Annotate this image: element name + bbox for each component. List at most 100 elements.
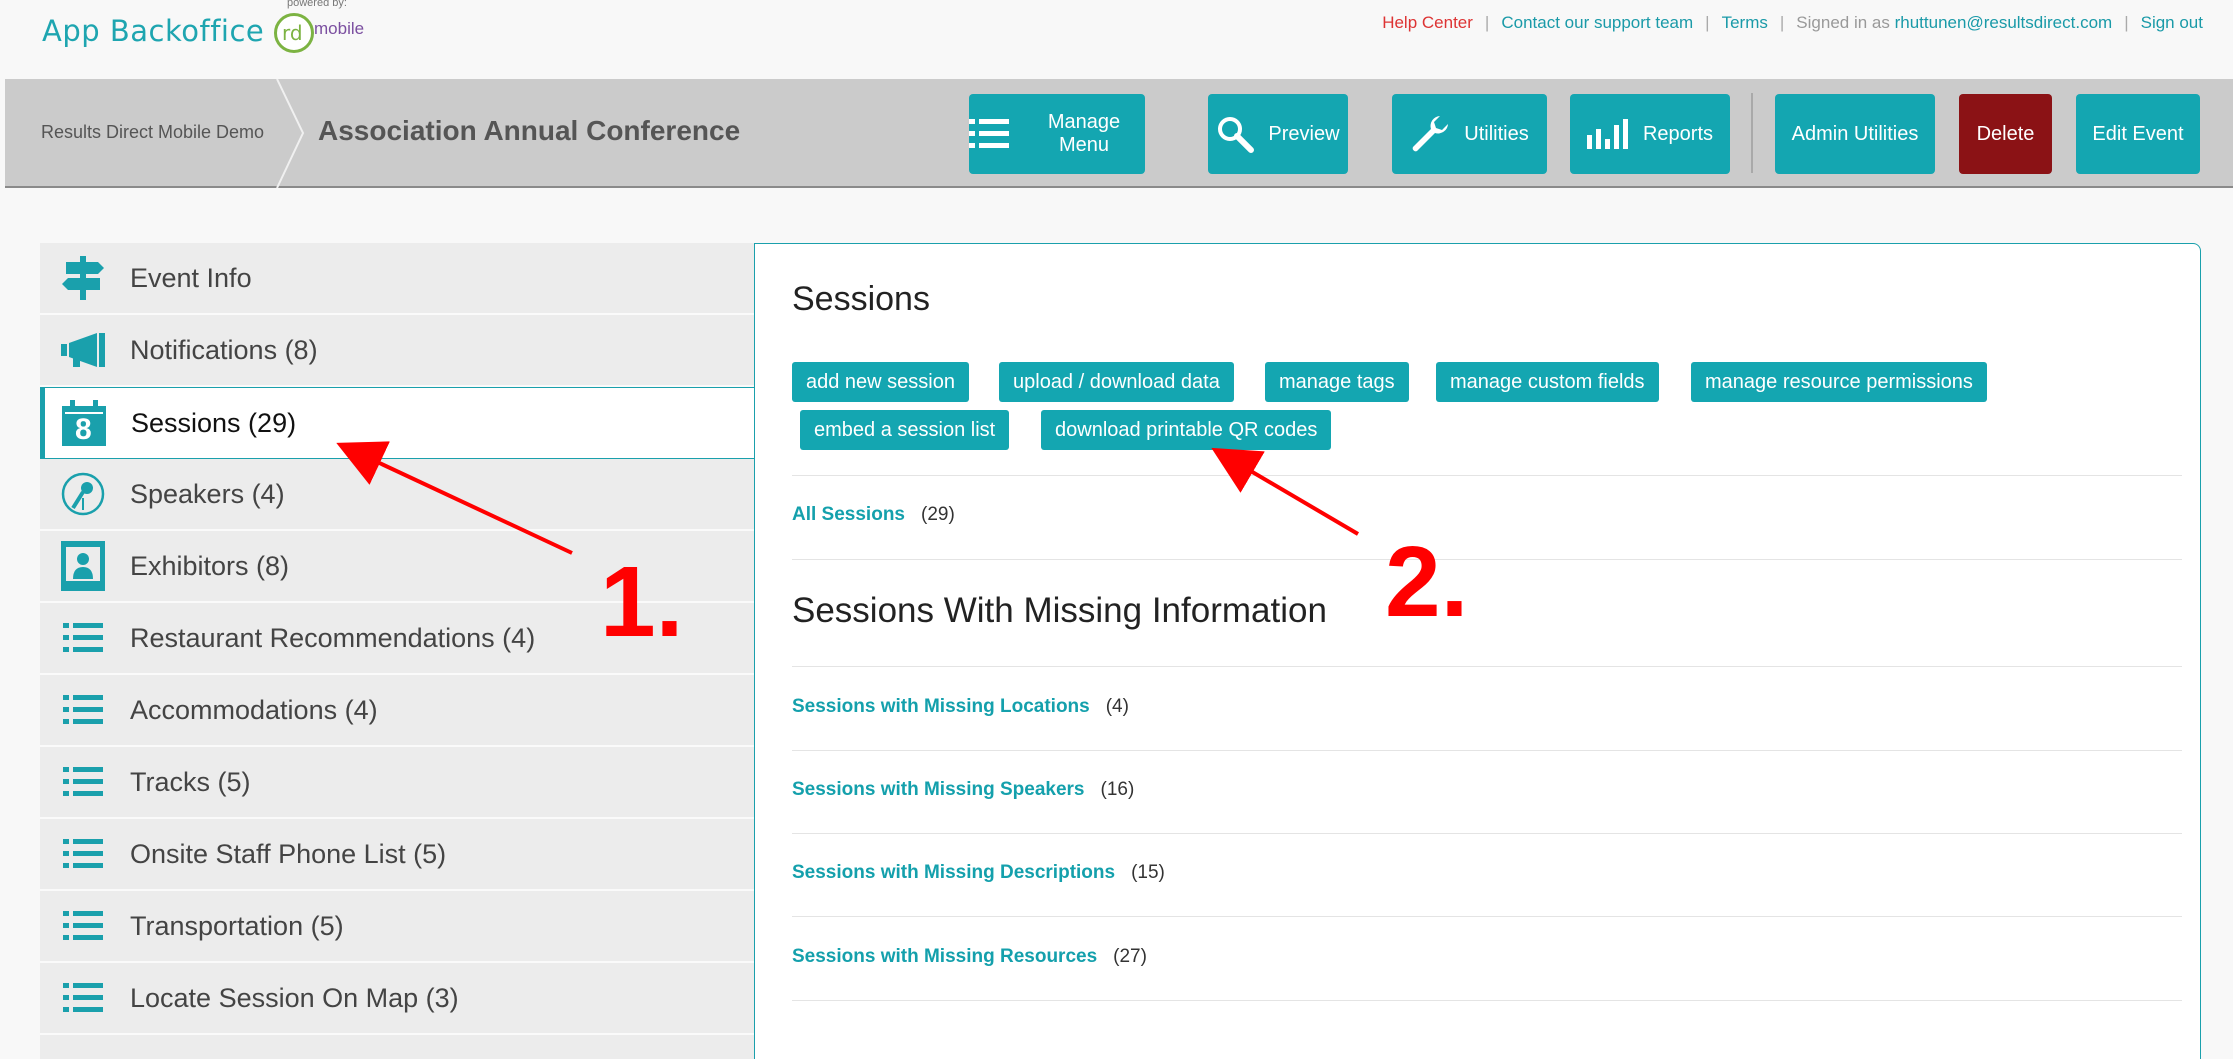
magnifier-icon xyxy=(1216,115,1255,153)
divider: | xyxy=(1779,13,1785,32)
list-icon xyxy=(58,685,108,735)
list-icon xyxy=(58,973,108,1023)
missing-row: Sessions with Missing Speakers (16) xyxy=(792,779,1134,801)
missing-resources-link[interactable]: Sessions with Missing Resources xyxy=(792,946,1097,967)
sign-out-link[interactable]: Sign out xyxy=(2141,13,2203,32)
admin-utilities-button[interactable]: Admin Utilities xyxy=(1775,94,1935,174)
support-link[interactable]: Contact our support team xyxy=(1501,13,1693,32)
sidebar-item-partial[interactable] xyxy=(40,1035,756,1059)
count: (27) xyxy=(1113,946,1147,967)
missing-descriptions-link[interactable]: Sessions with Missing Descriptions xyxy=(792,862,1115,883)
section-title: Sessions xyxy=(792,280,930,318)
sidebar-item-label: Onsite Staff Phone List (5) xyxy=(130,838,447,869)
add-session-button[interactable]: add new session xyxy=(792,362,969,402)
calendar-number: 8 xyxy=(75,413,92,446)
sidebar-item-sessions[interactable]: 8 Sessions (29) xyxy=(40,387,757,459)
annotation-number-1: 1. xyxy=(600,546,684,658)
missing-info-title: Sessions With Missing Information xyxy=(792,591,1327,630)
count: (4) xyxy=(1105,696,1129,717)
manage-menu-label: Manage Menu xyxy=(1047,111,1121,156)
manage-tags-button[interactable]: manage tags xyxy=(1265,362,1409,402)
sidebar-item-accommodations[interactable]: Accommodations (4) xyxy=(40,675,756,747)
signed-in-label: Signed in as xyxy=(1796,13,1890,32)
microphone-icon xyxy=(58,469,108,519)
sidebar-item-transportation[interactable]: Transportation (5) xyxy=(40,891,756,963)
rd-logo-mark: rd xyxy=(282,21,303,45)
signpost-icon xyxy=(58,253,108,303)
header-divider xyxy=(1751,93,1753,173)
preview-button[interactable]: Preview xyxy=(1208,94,1348,174)
preview-label: Preview xyxy=(1268,122,1340,145)
help-center-link[interactable]: Help Center xyxy=(1382,13,1473,32)
utilities-label: Utilities xyxy=(1464,122,1529,145)
count: (29) xyxy=(921,504,955,525)
divider xyxy=(792,916,2182,917)
megaphone-icon xyxy=(58,325,108,375)
bar-chart-icon xyxy=(1586,119,1629,149)
divider: | xyxy=(1484,13,1490,32)
sidebar-item-speakers[interactable]: Speakers (4) xyxy=(40,459,756,531)
admin-utilities-label: Admin Utilities xyxy=(1791,122,1919,145)
reports-label: Reports xyxy=(1642,122,1714,145)
missing-row: Sessions with Missing Locations (4) xyxy=(792,696,1129,718)
upload-download-button[interactable]: upload / download data xyxy=(999,362,1234,402)
delete-button[interactable]: Delete xyxy=(1959,94,2052,174)
count: (16) xyxy=(1100,779,1135,800)
list-icon xyxy=(58,613,108,663)
manage-permissions-button[interactable]: manage resource permissions xyxy=(1691,362,1987,402)
manage-menu-button[interactable]: Manage Menu xyxy=(969,94,1145,174)
list-icon xyxy=(58,901,108,951)
booth-icon xyxy=(58,541,108,591)
manage-custom-fields-button[interactable]: manage custom fields xyxy=(1436,362,1659,402)
sidebar-item-locate-session[interactable]: Locate Session On Map (3) xyxy=(40,963,756,1035)
powered-by-label: powered by: xyxy=(287,0,347,9)
all-sessions-row: All Sessions (29) xyxy=(792,504,955,526)
divider xyxy=(792,666,2182,667)
divider xyxy=(792,1000,2182,1001)
calendar-icon: 8 xyxy=(59,398,109,448)
rd-logo-word: mobile xyxy=(314,19,365,38)
divider xyxy=(792,559,2182,560)
terms-link[interactable]: Terms xyxy=(1722,13,1768,32)
user-email-link[interactable]: rhuttunen@resultsdirect.com xyxy=(1895,13,2113,32)
missing-row: Sessions with Missing Resources (27) xyxy=(792,946,1147,968)
sidebar-item-event-info[interactable]: Event Info xyxy=(40,243,756,315)
edit-event-button[interactable]: Edit Event xyxy=(2076,94,2200,174)
sidebar-item-onsite-staff[interactable]: Onsite Staff Phone List (5) xyxy=(40,819,756,891)
sidebar-item-label: Restaurant Recommendations (4) xyxy=(130,622,536,653)
sidebar-item-label: Event Info xyxy=(130,262,252,293)
event-header: Results Direct Mobile Demo Association A… xyxy=(5,79,2233,188)
download-qr-button[interactable]: download printable QR codes xyxy=(1041,410,1332,450)
divider xyxy=(792,475,2182,476)
top-links: Help Center | Contact our support team | Ter… xyxy=(1382,13,2203,33)
app-logo[interactable]: App Backoffice xyxy=(42,14,264,48)
sidebar-item-tracks[interactable]: Tracks (5) xyxy=(40,747,756,819)
list-icon xyxy=(969,118,1009,150)
utilities-button[interactable]: Utilities xyxy=(1392,94,1547,174)
sidebar-item-label: Sessions (29) xyxy=(131,407,297,438)
sidebar-item-label: Tracks (5) xyxy=(130,766,251,797)
sidebar-item-label: Notifications (8) xyxy=(130,334,318,365)
list-icon xyxy=(58,829,108,879)
missing-locations-link[interactable]: Sessions with Missing Locations xyxy=(792,696,1090,717)
breadcrumb-org[interactable]: Results Direct Mobile Demo xyxy=(41,122,264,143)
list-icon xyxy=(58,757,108,807)
reports-button[interactable]: Reports xyxy=(1570,94,1730,174)
divider: | xyxy=(2124,13,2129,32)
missing-row: Sessions with Missing Descriptions (15) xyxy=(792,862,1165,884)
sidebar-item-notifications[interactable]: Notifications (8) xyxy=(40,315,756,387)
top-bar: App Backoffice powered by: rd mobile Hel… xyxy=(0,0,2233,79)
delete-label: Delete xyxy=(1976,122,2035,145)
count: (15) xyxy=(1131,862,1165,883)
sidebar-item-label: Locate Session On Map (3) xyxy=(130,982,459,1013)
sidebar-item-label: Transportation (5) xyxy=(130,910,344,941)
embed-list-button[interactable]: embed a session list xyxy=(800,410,1010,450)
rd-logo-icon: rd xyxy=(274,13,314,53)
missing-speakers-link[interactable]: Sessions with Missing Speakers xyxy=(792,779,1085,800)
divider xyxy=(792,833,2182,834)
edit-event-label: Edit Event xyxy=(2092,122,2184,145)
all-sessions-link[interactable]: All Sessions xyxy=(792,504,905,525)
wrench-icon xyxy=(1410,114,1450,154)
sidebar-item-label: Accommodations (4) xyxy=(130,694,378,725)
annotation-number-2: 2. xyxy=(1385,526,1469,638)
